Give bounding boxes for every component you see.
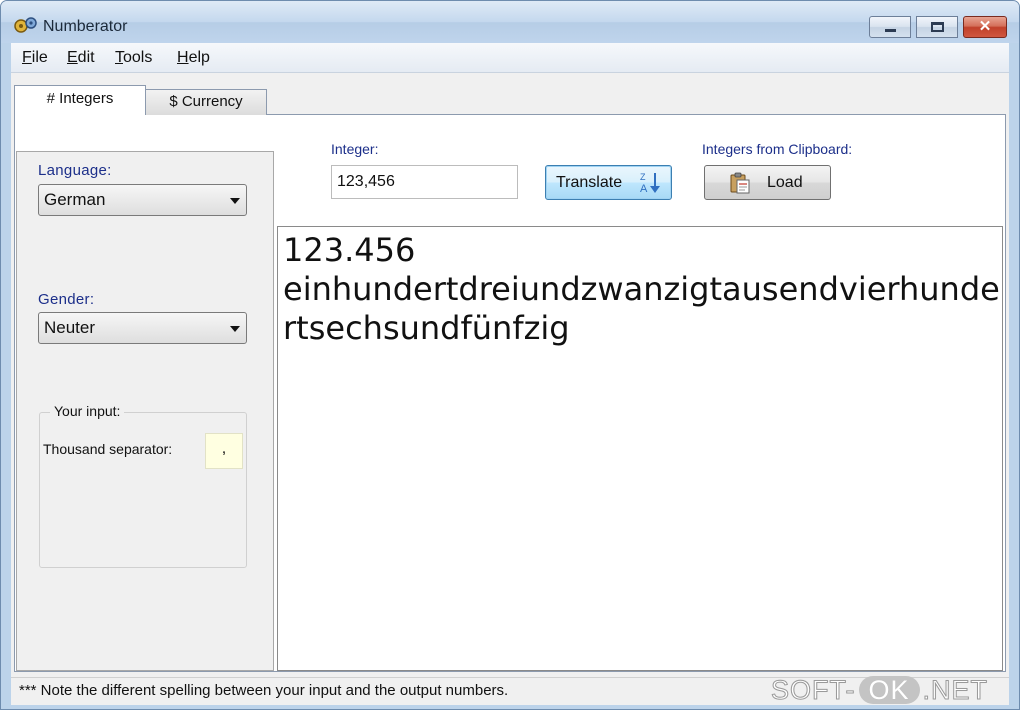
translate-button[interactable]: Translate Z A: [545, 165, 672, 200]
svg-text:Z: Z: [640, 172, 646, 182]
translate-button-label: Translate: [556, 174, 623, 191]
output-words: einhundertdreiundzwanzigtausendvierhunde…: [283, 270, 1000, 347]
input-settings-group: Your input: Thousand separator: ,: [39, 403, 247, 568]
minimize-icon: [885, 29, 896, 32]
gears-icon: [13, 17, 39, 33]
watermark-right: .NET: [922, 675, 989, 705]
gender-select[interactable]: Neuter: [38, 312, 247, 344]
load-button-label: Load: [767, 174, 803, 191]
chevron-down-icon: [230, 326, 240, 332]
tab-currency[interactable]: $ Currency: [145, 89, 267, 115]
watermark: SOFT- OK .NET: [771, 675, 989, 705]
svg-text:A: A: [640, 183, 648, 194]
tab-integers[interactable]: # Integers: [14, 85, 146, 115]
load-button[interactable]: Load: [704, 165, 831, 200]
minimize-button[interactable]: [869, 16, 911, 38]
thousand-separator-field[interactable]: ,: [205, 433, 243, 469]
clipboard-icon: [729, 172, 751, 194]
menu-edit[interactable]: Edit: [67, 48, 95, 68]
maximize-icon: [931, 22, 944, 32]
output-number: 123.456: [283, 231, 416, 269]
settings-panel: Language: German Gender: Neuter Your inp…: [16, 151, 274, 671]
language-select[interactable]: German: [38, 184, 247, 216]
menu-help[interactable]: Help: [177, 48, 210, 68]
translation-output[interactable]: 123.456 einhundertdreiundzwanzigtausendv…: [277, 226, 1003, 671]
integer-input[interactable]: 123,456: [331, 165, 518, 199]
menu-file[interactable]: File: [22, 48, 48, 68]
group-title: Your input:: [50, 403, 125, 419]
close-icon: ✕: [978, 18, 992, 35]
status-text: *** Note the different spelling between …: [19, 682, 509, 699]
integer-label: Integer:: [331, 141, 379, 157]
gender-label: Gender:: [38, 291, 95, 308]
language-select-value: German: [44, 190, 106, 209]
sort-az-icon: Z A: [639, 170, 661, 195]
title-bar[interactable]: Numberator ✕: [1, 1, 1019, 43]
app-window: Numberator ✕ File Edit Tools Help $ Curr…: [0, 0, 1020, 710]
close-button[interactable]: ✕: [963, 16, 1007, 38]
chevron-down-icon: [230, 198, 240, 204]
gender-select-value: Neuter: [44, 318, 96, 337]
language-label: Language:: [38, 162, 112, 179]
watermark-left: SOFT-: [771, 675, 856, 705]
maximize-button[interactable]: [916, 16, 958, 38]
watermark-mid: OK: [858, 676, 920, 704]
clipboard-label: Integers from Clipboard:: [702, 141, 853, 157]
menu-bar: File Edit Tools Help: [11, 43, 1009, 73]
menu-tools[interactable]: Tools: [115, 48, 152, 68]
thousand-separator-label: Thousand separator:: [43, 441, 173, 457]
client-area: $ Currency # Integers Language: German G…: [11, 73, 1009, 705]
window-title: Numberator: [43, 18, 128, 35]
